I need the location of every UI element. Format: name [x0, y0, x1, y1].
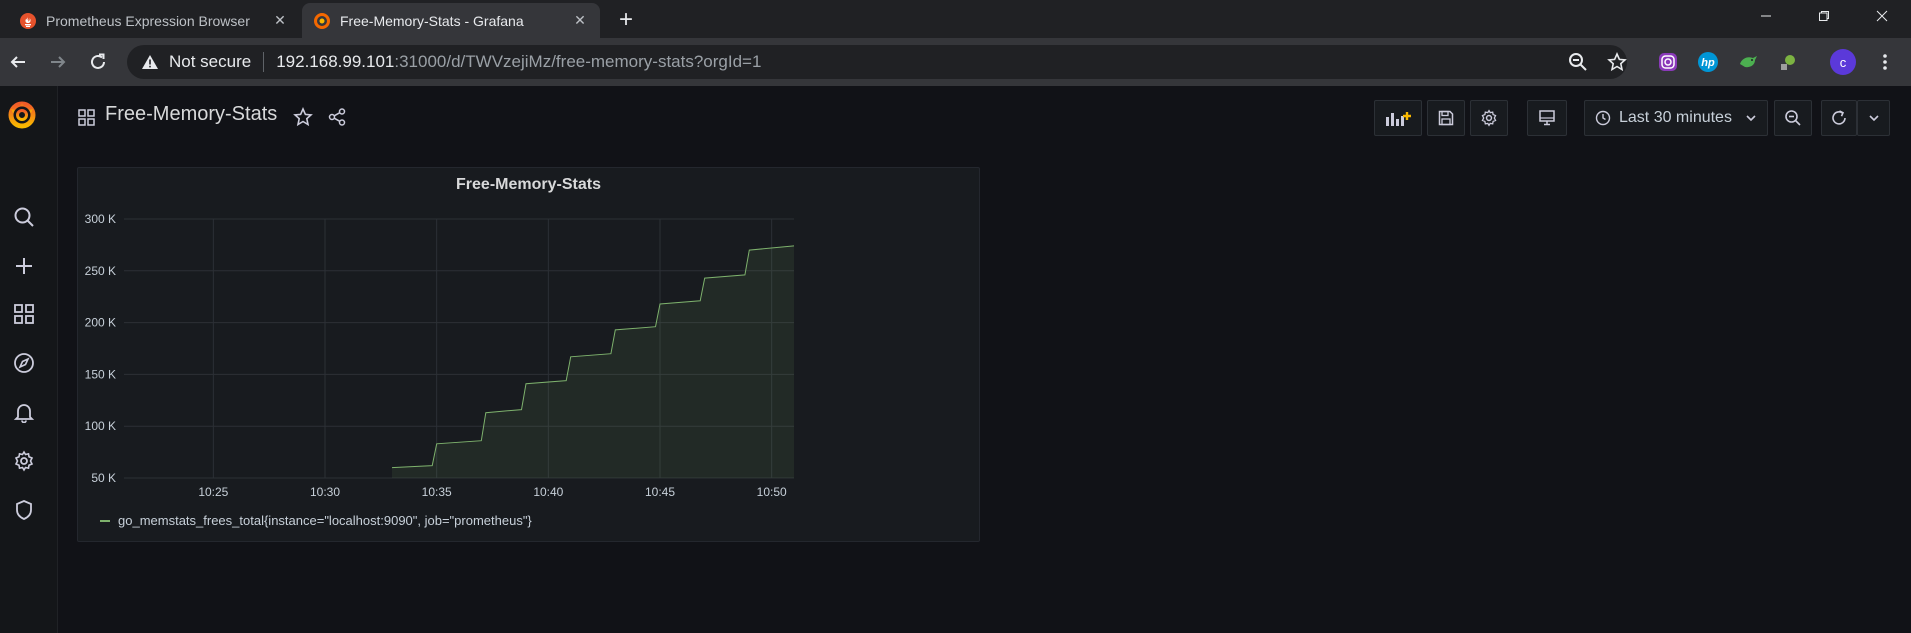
tab-label: Prometheus Expression Browser [46, 12, 250, 29]
security-status[interactable]: Not secure [169, 52, 251, 72]
warning-icon[interactable] [141, 54, 159, 70]
y-tick-label: 250 K [85, 264, 116, 278]
x-tick-label: 10:45 [645, 485, 675, 498]
add-panel-button[interactable] [1374, 100, 1422, 136]
extension-puzzle-icon[interactable] [1776, 50, 1800, 74]
y-tick-label: 100 K [85, 419, 116, 433]
new-tab-button[interactable]: + [612, 6, 640, 34]
restore-button[interactable] [1797, 0, 1851, 32]
x-tick-label: 10:35 [422, 485, 452, 498]
zoom-icon[interactable] [1566, 50, 1590, 74]
share-icon[interactable] [327, 107, 347, 127]
add-panel-icon [1384, 108, 1412, 128]
forward-button[interactable] [44, 48, 72, 76]
address-bar[interactable]: Not secure 192.168.99.101 :31000/d/TWVze… [127, 45, 1627, 79]
back-button[interactable] [4, 48, 32, 76]
legend-label: go_memstats_frees_total{instance="localh… [118, 513, 532, 528]
save-dashboard-button[interactable] [1427, 100, 1465, 136]
legend-item[interactable]: go_memstats_frees_total{instance="localh… [100, 513, 532, 528]
graph-chart: 50 K 100 K 150 K 200 K 250 K 300 K 10:25 10:30 1… [85, 212, 795, 498]
dashboard-grid-icon [78, 109, 95, 126]
refresh-interval-dropdown[interactable] [1857, 100, 1890, 136]
y-tick-label: 150 K [85, 367, 116, 381]
x-tick-label: 10:30 [310, 485, 340, 498]
divider [263, 52, 265, 72]
create-icon[interactable] [11, 253, 37, 279]
profile-avatar[interactable]: c [1830, 49, 1856, 75]
dashboard-settings-button[interactable] [1470, 100, 1508, 136]
save-icon [1438, 110, 1454, 126]
refresh-icon [1830, 109, 1848, 127]
chevron-down-icon [1868, 112, 1880, 124]
time-range-picker[interactable]: Last 30 minutes [1584, 100, 1768, 136]
search-icon[interactable] [11, 204, 37, 230]
monitor-icon [1538, 109, 1556, 127]
minimize-button[interactable] [1739, 0, 1793, 32]
y-tick-label: 50 K [91, 471, 116, 485]
settings-gear-icon [1480, 109, 1498, 127]
bookmark-star-icon[interactable] [1605, 50, 1629, 74]
x-tick-label: 10:40 [533, 485, 563, 498]
prometheus-icon [20, 12, 36, 29]
server-admin-shield-icon[interactable] [11, 497, 37, 523]
reload-button[interactable] [84, 48, 112, 76]
close-icon[interactable]: ✕ [272, 12, 288, 29]
refresh-button[interactable] [1821, 100, 1857, 136]
bird-extension-icon[interactable] [1736, 50, 1760, 74]
browser-toolbar: Not secure 192.168.99.101 :31000/d/TWVze… [0, 38, 1911, 86]
cycle-view-mode-button[interactable] [1527, 100, 1567, 136]
tab-prometheus[interactable]: Prometheus Expression Browser ✕ [8, 3, 300, 38]
url-host: 192.168.99.101 [276, 52, 395, 71]
zoom-out-button[interactable] [1774, 100, 1812, 136]
legend-swatch [100, 519, 110, 522]
grafana-icon [314, 12, 330, 29]
hp-extension-icon[interactable]: hp [1696, 50, 1720, 74]
svg-text:hp: hp [1701, 57, 1715, 69]
grafana-logo-icon[interactable] [7, 100, 37, 130]
configuration-gear-icon[interactable] [11, 448, 37, 474]
y-tick-label: 200 K [85, 316, 116, 330]
y-tick-label: 300 K [85, 212, 116, 226]
more-menu-icon[interactable] [1873, 50, 1897, 74]
x-tick-label: 10:50 [757, 485, 787, 498]
zoom-out-icon [1784, 109, 1802, 127]
alerting-bell-icon[interactable] [11, 399, 37, 425]
graph-panel[interactable]: Free-Memory-Stats 50 K 100 K 150 K 200 K 250… [77, 167, 980, 542]
instagram-extension-icon[interactable] [1656, 50, 1680, 74]
tab-label: Free-Memory-Stats - Grafana [340, 12, 524, 29]
grafana-sidemenu [0, 86, 58, 633]
browser-tab-bar: Prometheus Expression Browser ✕ Free-Mem… [0, 0, 1911, 38]
url-path: :31000/d/TWVzejiMz/free-memory-stats?org… [394, 52, 762, 71]
dashboard-title[interactable]: Free-Memory-Stats [105, 103, 277, 126]
tab-grafana[interactable]: Free-Memory-Stats - Grafana ✕ [302, 3, 600, 38]
star-icon[interactable] [293, 107, 313, 127]
clock-icon [1595, 110, 1611, 126]
dashboards-icon[interactable] [11, 301, 37, 327]
close-window-button[interactable] [1855, 0, 1909, 32]
close-icon[interactable]: ✕ [572, 12, 588, 29]
time-range-label: Last 30 minutes [1619, 109, 1732, 126]
x-tick-label: 10:25 [198, 485, 228, 498]
chevron-down-icon [1745, 112, 1757, 124]
explore-compass-icon[interactable] [11, 350, 37, 376]
